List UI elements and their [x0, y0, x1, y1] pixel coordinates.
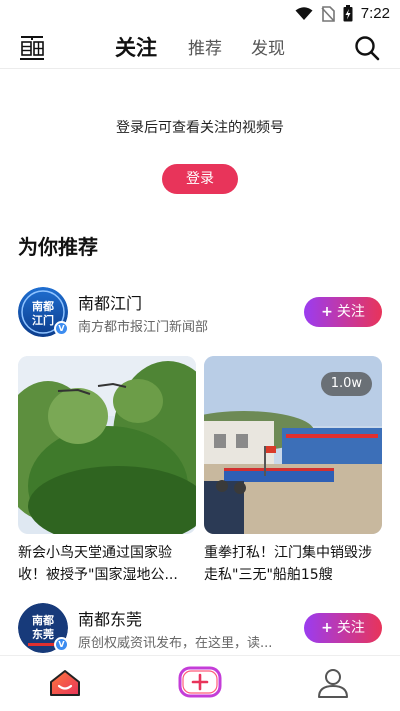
- status-icons: 7:22: [295, 5, 390, 22]
- svg-text:南都: 南都: [32, 299, 54, 313]
- follow-button[interactable]: + 关注: [304, 297, 382, 327]
- svg-text:南都: 南都: [32, 613, 54, 627]
- create-plus-icon[interactable]: [178, 666, 222, 698]
- login-button[interactable]: 登录: [162, 164, 238, 194]
- verified-badge-icon: V: [54, 637, 69, 652]
- follow-button[interactable]: + 关注: [304, 613, 382, 643]
- video-thumbnail[interactable]: 1.0w: [204, 356, 382, 534]
- video-card[interactable]: 新会小鸟天堂通过国家验收！被授予"国家湿地公...: [18, 356, 196, 586]
- wifi-icon: [295, 6, 313, 20]
- bottom-nav: [0, 655, 400, 711]
- account-desc: 原创权威资讯发布，在这里，读...: [78, 636, 273, 651]
- nav-divider: [0, 68, 400, 69]
- top-nav: 关注 推荐 发现: [0, 28, 400, 68]
- status-time: 7:22: [360, 5, 390, 22]
- no-sim-icon: [321, 5, 335, 22]
- account-name[interactable]: 南都江门: [78, 290, 142, 314]
- verified-badge-icon: V: [54, 321, 69, 336]
- tab-recommend[interactable]: 推荐: [188, 34, 222, 59]
- follow-label: 关注: [336, 620, 365, 636]
- account-row[interactable]: 南都 江门 V 南都江门 南方都市报江门新闻部 + 关注: [0, 287, 400, 343]
- account-row[interactable]: 南都 东莞 V 南都东莞 原创权威资讯发布，在这里，读... + 关注: [0, 603, 400, 659]
- plus-icon: +: [321, 304, 333, 320]
- video-thumbnail[interactable]: [18, 356, 196, 534]
- follow-label: 关注: [336, 304, 365, 320]
- section-title: 为你推荐: [18, 235, 98, 259]
- tab-discover[interactable]: 发现: [251, 34, 285, 59]
- tab-following[interactable]: 关注: [115, 32, 157, 62]
- search-icon[interactable]: [354, 35, 380, 61]
- account-name[interactable]: 南都东莞: [78, 606, 142, 630]
- svg-text:江门: 江门: [32, 313, 54, 327]
- view-count-badge: 1.0w: [320, 372, 372, 396]
- status-bar: 7:22: [0, 0, 400, 28]
- video-title[interactable]: 新会小鸟天堂通过国家验收！被授予"国家湿地公...: [18, 542, 196, 586]
- tab-bar: 关注 推荐 发现: [0, 28, 400, 68]
- profile-icon[interactable]: [316, 666, 350, 700]
- video-card[interactable]: 1.0w 重拳打私！江门集中销毁涉走私"三无"船舶15艘: [204, 356, 382, 586]
- home-icon[interactable]: [48, 668, 82, 698]
- video-title[interactable]: 重拳打私！江门集中销毁涉走私"三无"船舶15艘: [204, 542, 382, 586]
- battery-charging-icon: [343, 5, 353, 22]
- plus-icon: +: [321, 620, 333, 636]
- svg-text:东莞: 东莞: [32, 627, 54, 641]
- account-desc: 南方都市报江门新闻部: [78, 320, 209, 335]
- login-message: 登录后可查看关注的视频号: [116, 120, 284, 136]
